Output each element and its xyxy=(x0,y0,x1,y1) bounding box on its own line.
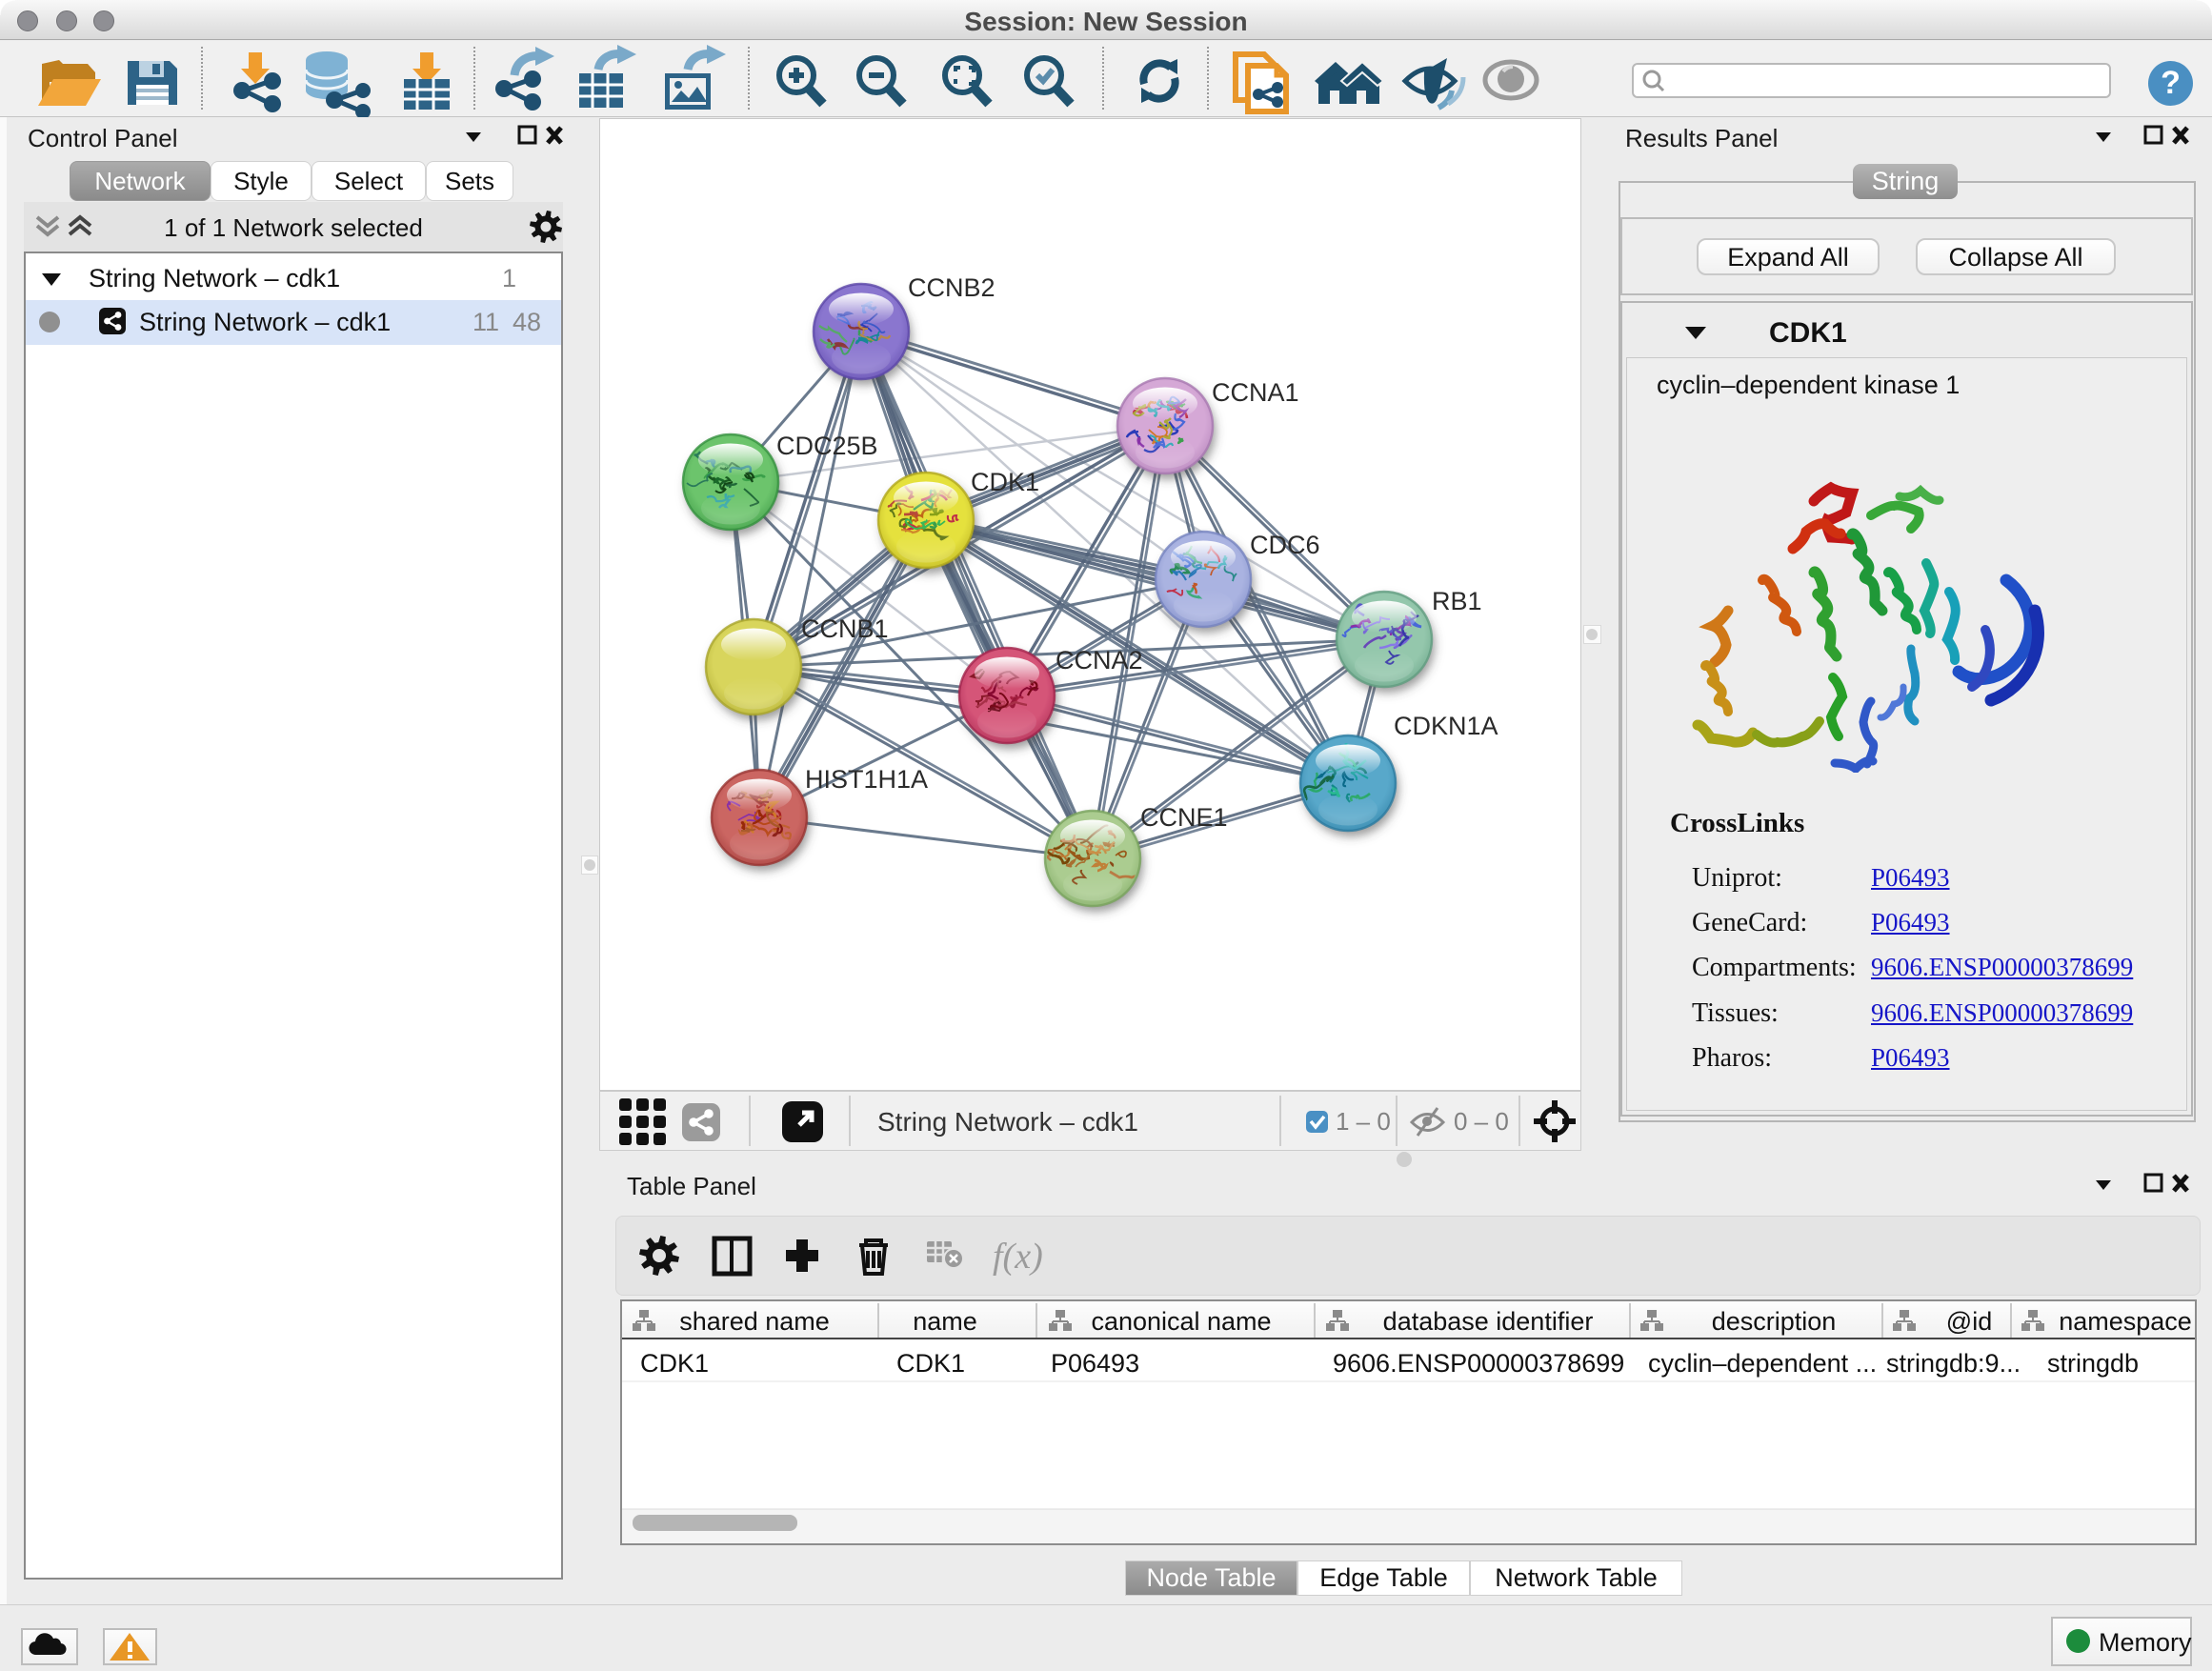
svg-text:CDKN1A: CDKN1A xyxy=(1394,712,1498,740)
svg-text:stringdb: stringdb xyxy=(2047,1349,2139,1378)
svg-text:HIST1H1A: HIST1H1A xyxy=(805,765,928,794)
svg-text:CDK1: CDK1 xyxy=(640,1349,709,1378)
svg-text:0 – 0: 0 – 0 xyxy=(1454,1107,1509,1136)
svg-text:f(x): f(x) xyxy=(993,1237,1043,1277)
svg-text:@id: @id xyxy=(1946,1307,1992,1336)
svg-text:1 – 0: 1 – 0 xyxy=(1336,1107,1391,1136)
svg-text:CDC25B: CDC25B xyxy=(776,432,878,460)
svg-text:RB1: RB1 xyxy=(1432,587,1482,615)
svg-text:database identifier: database identifier xyxy=(1383,1307,1594,1336)
svg-text:CCNE1: CCNE1 xyxy=(1140,803,1228,832)
svg-text:cyclin–dependent ...: cyclin–dependent ... xyxy=(1648,1349,1877,1378)
svg-text:canonical name: canonical name xyxy=(1091,1307,1271,1336)
svg-text:CCNA2: CCNA2 xyxy=(1056,646,1143,674)
svg-text:shared name: shared name xyxy=(679,1307,830,1336)
svg-text:name: name xyxy=(913,1307,977,1336)
svg-text:CDK1: CDK1 xyxy=(971,468,1039,496)
svg-text:CDK1: CDK1 xyxy=(896,1349,965,1378)
svg-text:description: description xyxy=(1712,1307,1837,1336)
svg-text:P06493: P06493 xyxy=(1051,1349,1139,1378)
svg-text:CCNB2: CCNB2 xyxy=(908,273,995,302)
svg-text:9606.ENSP00000378699: 9606.ENSP00000378699 xyxy=(1333,1349,1624,1378)
svg-text:namespace: namespace xyxy=(2059,1307,2192,1336)
svg-text:stringdb:9...: stringdb:9... xyxy=(1886,1349,2021,1378)
svg-text:String Network – cdk1: String Network – cdk1 xyxy=(877,1107,1138,1137)
svg-text:CCNA1: CCNA1 xyxy=(1212,378,1299,407)
svg-text:CCNB1: CCNB1 xyxy=(801,614,889,643)
svg-text:CDC6: CDC6 xyxy=(1250,531,1320,559)
